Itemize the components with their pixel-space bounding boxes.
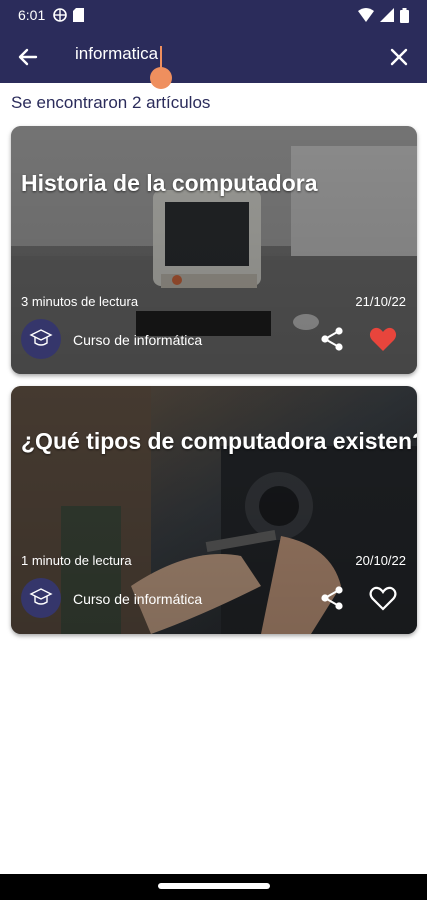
- read-time: 3 minutos de lectura: [21, 294, 139, 309]
- author-avatar: [21, 578, 61, 618]
- text-cursor: [160, 46, 162, 68]
- search-app-bar: [0, 30, 427, 83]
- status-bar: 6:01: [0, 0, 427, 30]
- author-name: Curso de informática: [73, 332, 203, 348]
- share-icon: [321, 586, 343, 610]
- search-input[interactable]: [75, 44, 375, 64]
- results-count: Se encontraron 2 artículos: [11, 93, 211, 112]
- clear-search-button[interactable]: [379, 30, 419, 83]
- favorite-button[interactable]: [367, 323, 399, 355]
- graduation-cap-icon: [29, 588, 53, 605]
- home-gesture-handle[interactable]: [158, 883, 270, 889]
- article-title: Historia de la computadora: [21, 170, 318, 196]
- back-button[interactable]: [0, 30, 56, 83]
- share-button[interactable]: [317, 583, 347, 613]
- author-avatar: [21, 319, 61, 359]
- article-date: 20/10/22: [355, 553, 406, 568]
- heart-filled-icon: [369, 327, 397, 351]
- vpn-icon: [53, 8, 68, 22]
- image-shade: [11, 386, 417, 634]
- article-card[interactable]: ¿Qué tipos de computadora existen? 1 min…: [11, 386, 417, 634]
- read-time: 1 minuto de lectura: [21, 553, 132, 568]
- wifi-icon: [358, 8, 374, 22]
- close-icon: [390, 48, 408, 65]
- article-card[interactable]: Historia de la computadora 3 minutos de …: [11, 126, 417, 374]
- system-nav-bar: [0, 874, 427, 900]
- status-time: 6:01: [18, 7, 46, 23]
- share-button[interactable]: [317, 324, 347, 354]
- sd-card-icon: [73, 8, 85, 22]
- signal-icon: [380, 8, 394, 22]
- author-name: Curso de informática: [73, 591, 203, 607]
- share-icon: [321, 327, 343, 351]
- heart-outline-icon: [369, 586, 397, 611]
- arrow-back-icon: [18, 48, 38, 65]
- favorite-button[interactable]: [367, 582, 399, 614]
- text-cursor-handle[interactable]: [150, 67, 172, 89]
- article-title: ¿Qué tipos de computadora existen?: [21, 428, 417, 454]
- article-date: 21/10/22: [355, 294, 406, 309]
- battery-icon: [400, 7, 409, 23]
- graduation-cap-icon: [29, 329, 53, 346]
- image-shade: [11, 126, 417, 374]
